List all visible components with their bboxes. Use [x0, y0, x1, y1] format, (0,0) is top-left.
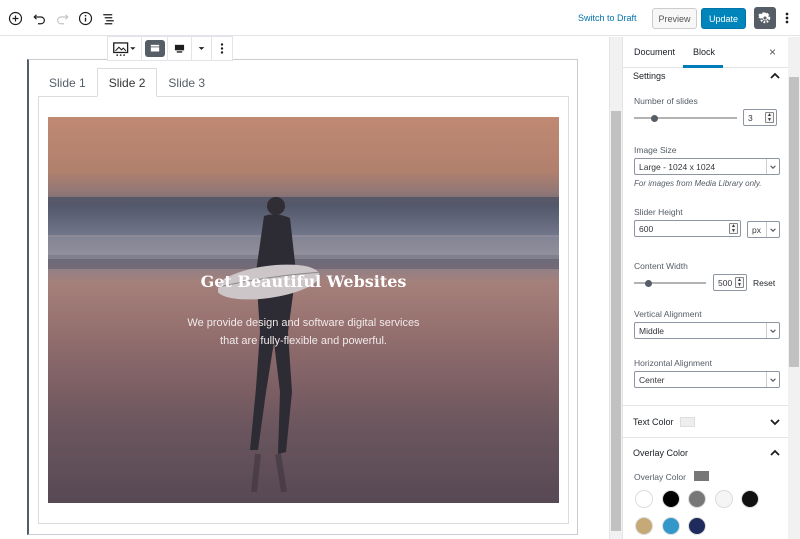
- slide-image[interactable]: Get Beautiful Websites We provide design…: [48, 117, 559, 503]
- alignment-dropdown[interactable]: [192, 37, 212, 60]
- switch-to-draft-link[interactable]: Switch to Draft: [578, 13, 637, 23]
- color-swatch[interactable]: [688, 490, 706, 508]
- info-icon[interactable]: [76, 9, 94, 27]
- slider-height-unit-select[interactable]: px: [747, 221, 780, 238]
- number-of-slides-value: 3: [748, 112, 753, 123]
- sidebar-scroll-thumb[interactable]: [789, 77, 799, 367]
- image-size-select[interactable]: Large - 1024 x 1024: [634, 158, 780, 175]
- editor-scroll-thumb[interactable]: [611, 111, 621, 531]
- chevron-down-icon: [766, 372, 779, 387]
- close-icon[interactable]: ×: [769, 45, 776, 59]
- block-type-switcher[interactable]: [108, 37, 142, 60]
- color-swatch[interactable]: [741, 490, 759, 508]
- block-more-options[interactable]: [212, 37, 232, 60]
- vertical-alignment-value: Middle: [639, 325, 665, 336]
- text-color-title: Text Color: [633, 417, 674, 427]
- color-swatch[interactable]: [688, 517, 706, 535]
- slide-text-line: that are fully-flexible and powerful.: [220, 335, 387, 347]
- redo-icon[interactable]: [53, 9, 71, 27]
- vertical-alignment-label: Vertical Alignment: [634, 309, 702, 319]
- settings-panel-header[interactable]: Settings: [623, 61, 789, 91]
- sidebar-scrollbar[interactable]: [788, 37, 800, 539]
- content-width-slider[interactable]: [634, 279, 706, 287]
- content-width-label: Content Width: [634, 261, 688, 271]
- list-icon[interactable]: [99, 9, 117, 27]
- tab-slide-1[interactable]: Slide 1: [38, 68, 97, 97]
- overlay-color-indicator: [694, 471, 709, 481]
- chevron-up-icon: [770, 449, 780, 456]
- slider-height-input[interactable]: 600 ▲ ▼: [634, 220, 741, 237]
- undo-icon[interactable]: [30, 9, 48, 27]
- vertical-dots-icon: [785, 12, 789, 24]
- number-of-slides-label: Number of slides: [634, 96, 698, 106]
- color-swatch[interactable]: [635, 490, 653, 508]
- chevron-down-icon: [766, 222, 779, 237]
- preview-button[interactable]: Preview: [652, 8, 697, 29]
- number-of-slides-slider[interactable]: [634, 114, 737, 122]
- content-width-value: 500: [718, 277, 733, 288]
- color-swatch[interactable]: [662, 517, 680, 535]
- tab-block[interactable]: Block: [693, 47, 715, 57]
- image-size-value: Large - 1024 x 1024: [639, 161, 716, 172]
- slide-tabs: Slide 1 Slide 2 Slide 3: [38, 68, 216, 97]
- slide-text-line: We provide design and software digital s…: [187, 317, 420, 329]
- vertical-alignment-select[interactable]: Middle: [634, 322, 780, 339]
- horizontal-alignment-value: Center: [639, 374, 665, 385]
- align-full-icon: [144, 40, 165, 57]
- text-color-indicator: [680, 417, 695, 427]
- divider: [623, 405, 789, 406]
- overlay-color-label: Overlay Color: [634, 472, 686, 482]
- more-options-icon: [220, 43, 224, 54]
- text-color-panel-header[interactable]: Text Color: [623, 407, 789, 437]
- slider-block-icon: [112, 41, 135, 56]
- slide-overlay: [48, 117, 559, 503]
- slider-height-unit: px: [752, 224, 761, 235]
- chevron-down-icon: [770, 419, 780, 426]
- reset-button[interactable]: Reset: [753, 278, 775, 288]
- image-size-help: For images from Media Library only.: [634, 179, 762, 188]
- gear-icon: [758, 12, 771, 24]
- update-button[interactable]: Update: [701, 8, 746, 29]
- overlay-color-panel-header[interactable]: Overlay Color: [623, 438, 789, 468]
- chevron-down-icon: [766, 323, 779, 338]
- spinner-icon[interactable]: ▲ ▼: [729, 223, 738, 234]
- slider-knob[interactable]: [644, 279, 652, 287]
- slider-knob[interactable]: [651, 114, 659, 122]
- horizontal-alignment-select[interactable]: Center: [634, 371, 780, 388]
- tab-document[interactable]: Document: [634, 47, 675, 57]
- align-wide-icon: [174, 44, 185, 53]
- tab-slide-3[interactable]: Slide 3: [157, 68, 216, 97]
- spinner-icon[interactable]: ▲ ▼: [765, 112, 774, 123]
- color-swatch[interactable]: [662, 490, 680, 508]
- horizontal-alignment-label: Horizontal Alignment: [634, 358, 712, 368]
- align-full-button[interactable]: [142, 37, 168, 60]
- color-swatch[interactable]: [715, 490, 733, 508]
- number-of-slides-input[interactable]: 3 ▲ ▼: [743, 109, 777, 126]
- block-toolbar: [107, 36, 233, 61]
- caret-down-icon: [198, 47, 205, 50]
- chevron-down-icon: [766, 159, 779, 174]
- plus-circle-icon[interactable]: [6, 9, 24, 27]
- settings-sidebar: Document Block × Settings Number of slid…: [622, 37, 789, 539]
- settings-button[interactable]: [754, 7, 776, 29]
- editor-scrollbar[interactable]: [609, 37, 622, 539]
- more-menu-button[interactable]: [780, 9, 794, 27]
- slide-text[interactable]: We provide design and software digital s…: [48, 314, 559, 350]
- editor-header: Switch to Draft Preview Update: [0, 0, 800, 36]
- align-wide-button[interactable]: [168, 37, 192, 60]
- slider-height-label: Slider Height: [634, 207, 683, 217]
- spinner-icon[interactable]: ▲ ▼: [735, 277, 744, 288]
- settings-panel-title: Settings: [633, 71, 666, 81]
- slide-title[interactable]: Get Beautiful Websites: [48, 272, 559, 291]
- content-width-input[interactable]: 500 ▲ ▼: [713, 274, 747, 291]
- tab-slide-2[interactable]: Slide 2: [96, 68, 158, 97]
- overlay-color-title: Overlay Color: [633, 448, 689, 458]
- image-size-label: Image Size: [634, 145, 677, 155]
- color-swatch[interactable]: [635, 517, 653, 535]
- slider-height-value: 600: [639, 223, 654, 234]
- chevron-up-icon: [770, 72, 780, 79]
